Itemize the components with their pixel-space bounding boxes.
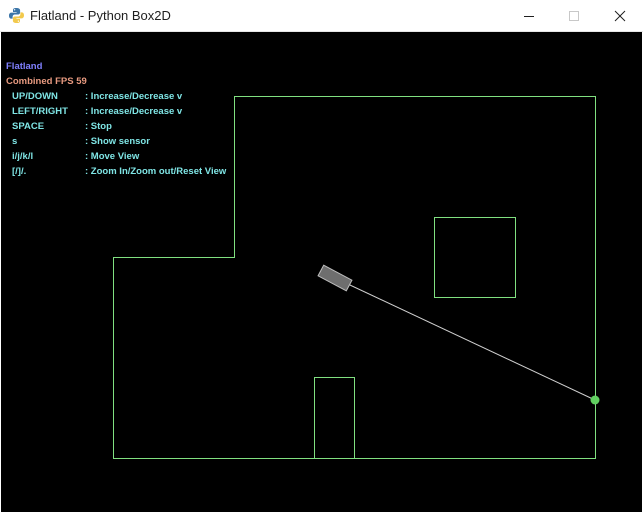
robot — [317, 264, 353, 292]
minimize-button[interactable] — [506, 0, 552, 31]
help-desc: : Increase/Decrease v — [85, 91, 183, 102]
help-desc: : Zoom In/Zoom out/Reset View — [85, 166, 227, 177]
help-desc: : Increase/Decrease v — [85, 106, 183, 117]
python-icon — [8, 7, 25, 24]
sensor-hit-point — [590, 395, 600, 405]
window-titlebar[interactable]: Flatland - Python Box2D — [0, 0, 643, 32]
help-key: i/j/k/l — [12, 151, 34, 162]
help-key: SPACE — [12, 121, 45, 132]
help-key: [/]/. — [12, 166, 27, 177]
sensor-ray — [334, 277, 596, 401]
help-key: LEFT/RIGHT — [12, 106, 68, 117]
help-key: s — [12, 136, 18, 147]
world-view — [113, 96, 600, 459]
minimize-icon — [524, 16, 534, 17]
fps-counter: Combined FPS 59 — [6, 76, 87, 87]
maximize-icon — [569, 11, 579, 21]
maximize-button[interactable] — [551, 0, 597, 31]
help-desc: : Stop — [85, 121, 112, 132]
close-button[interactable] — [597, 0, 643, 31]
help-desc: : Show sensor — [85, 136, 150, 147]
window-title: Flatland - Python Box2D — [30, 8, 171, 23]
help-key: UP/DOWN — [12, 91, 58, 102]
bottom-obstacle — [314, 377, 355, 459]
hud-title: Flatland — [6, 61, 43, 72]
square-obstacle — [434, 217, 516, 298]
help-desc: : Move View — [85, 151, 140, 162]
close-icon — [614, 10, 626, 22]
simulation-canvas[interactable]: Flatland Combined FPS 59 UP/DOWN : Incre… — [1, 32, 642, 512]
